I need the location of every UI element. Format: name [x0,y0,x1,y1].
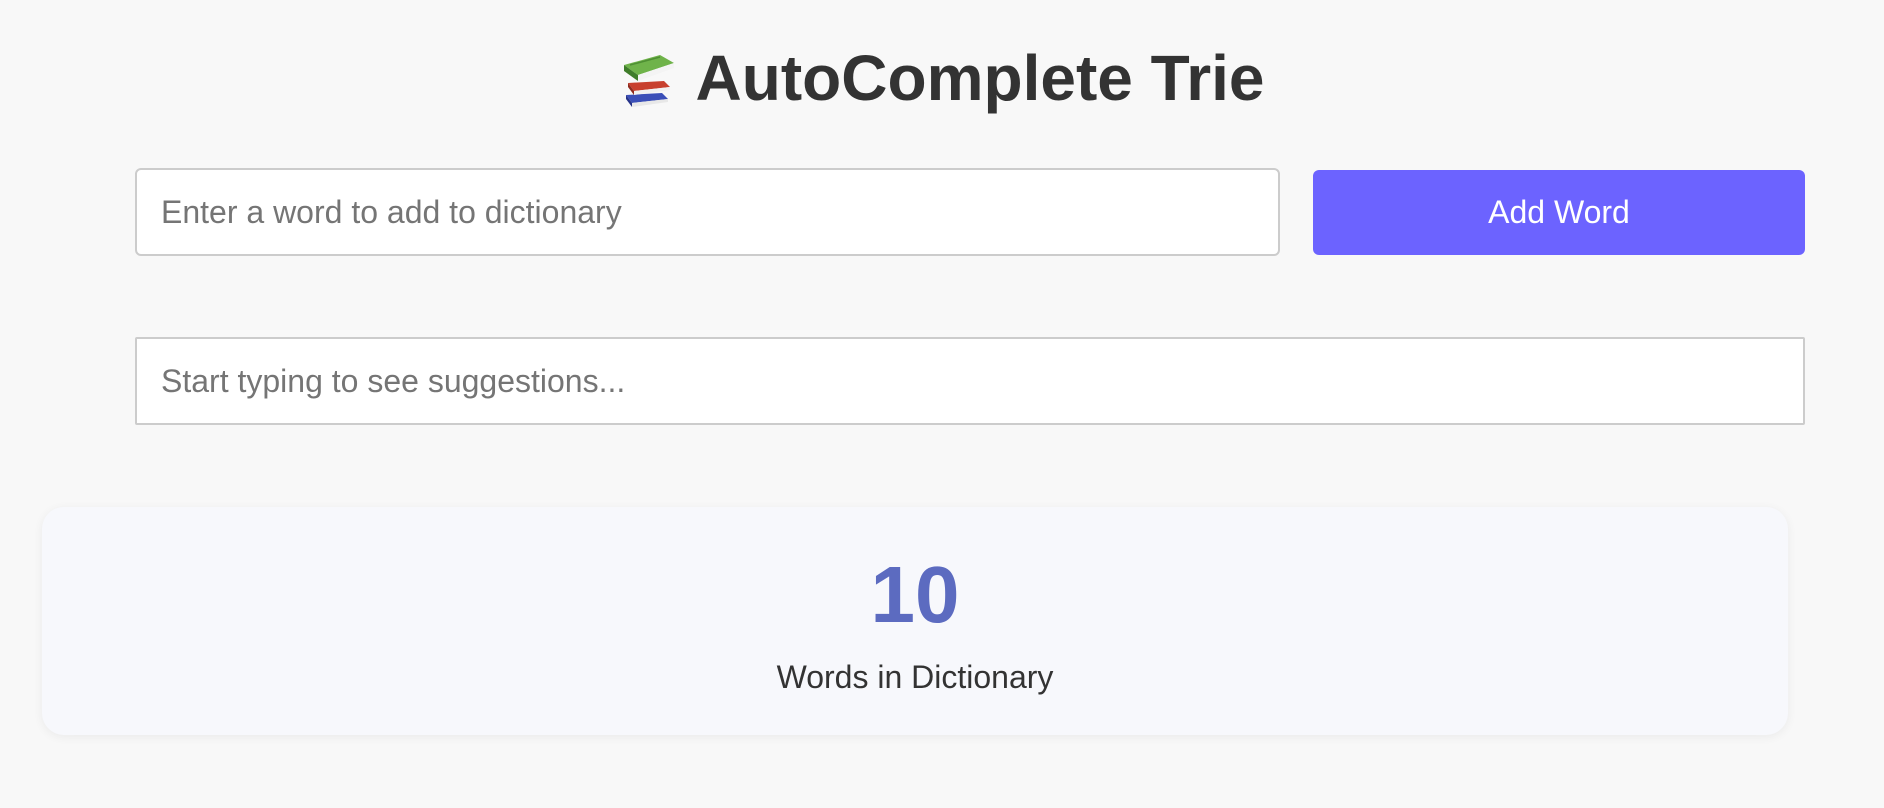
word-count-label: Words in Dictionary [776,659,1054,695]
word-count: 10 [870,550,960,639]
stats-card: 10 Words in Dictionary [42,507,1788,735]
search-input[interactable] [135,337,1805,425]
books-icon [620,47,678,109]
page-title-container: AutoComplete Trie [620,38,1265,118]
page-title: AutoComplete Trie [695,42,1265,114]
add-word-button[interactable]: Add Word [1313,170,1805,255]
header: AutoComplete Trie [0,38,1884,118]
add-word-input[interactable] [135,168,1280,256]
